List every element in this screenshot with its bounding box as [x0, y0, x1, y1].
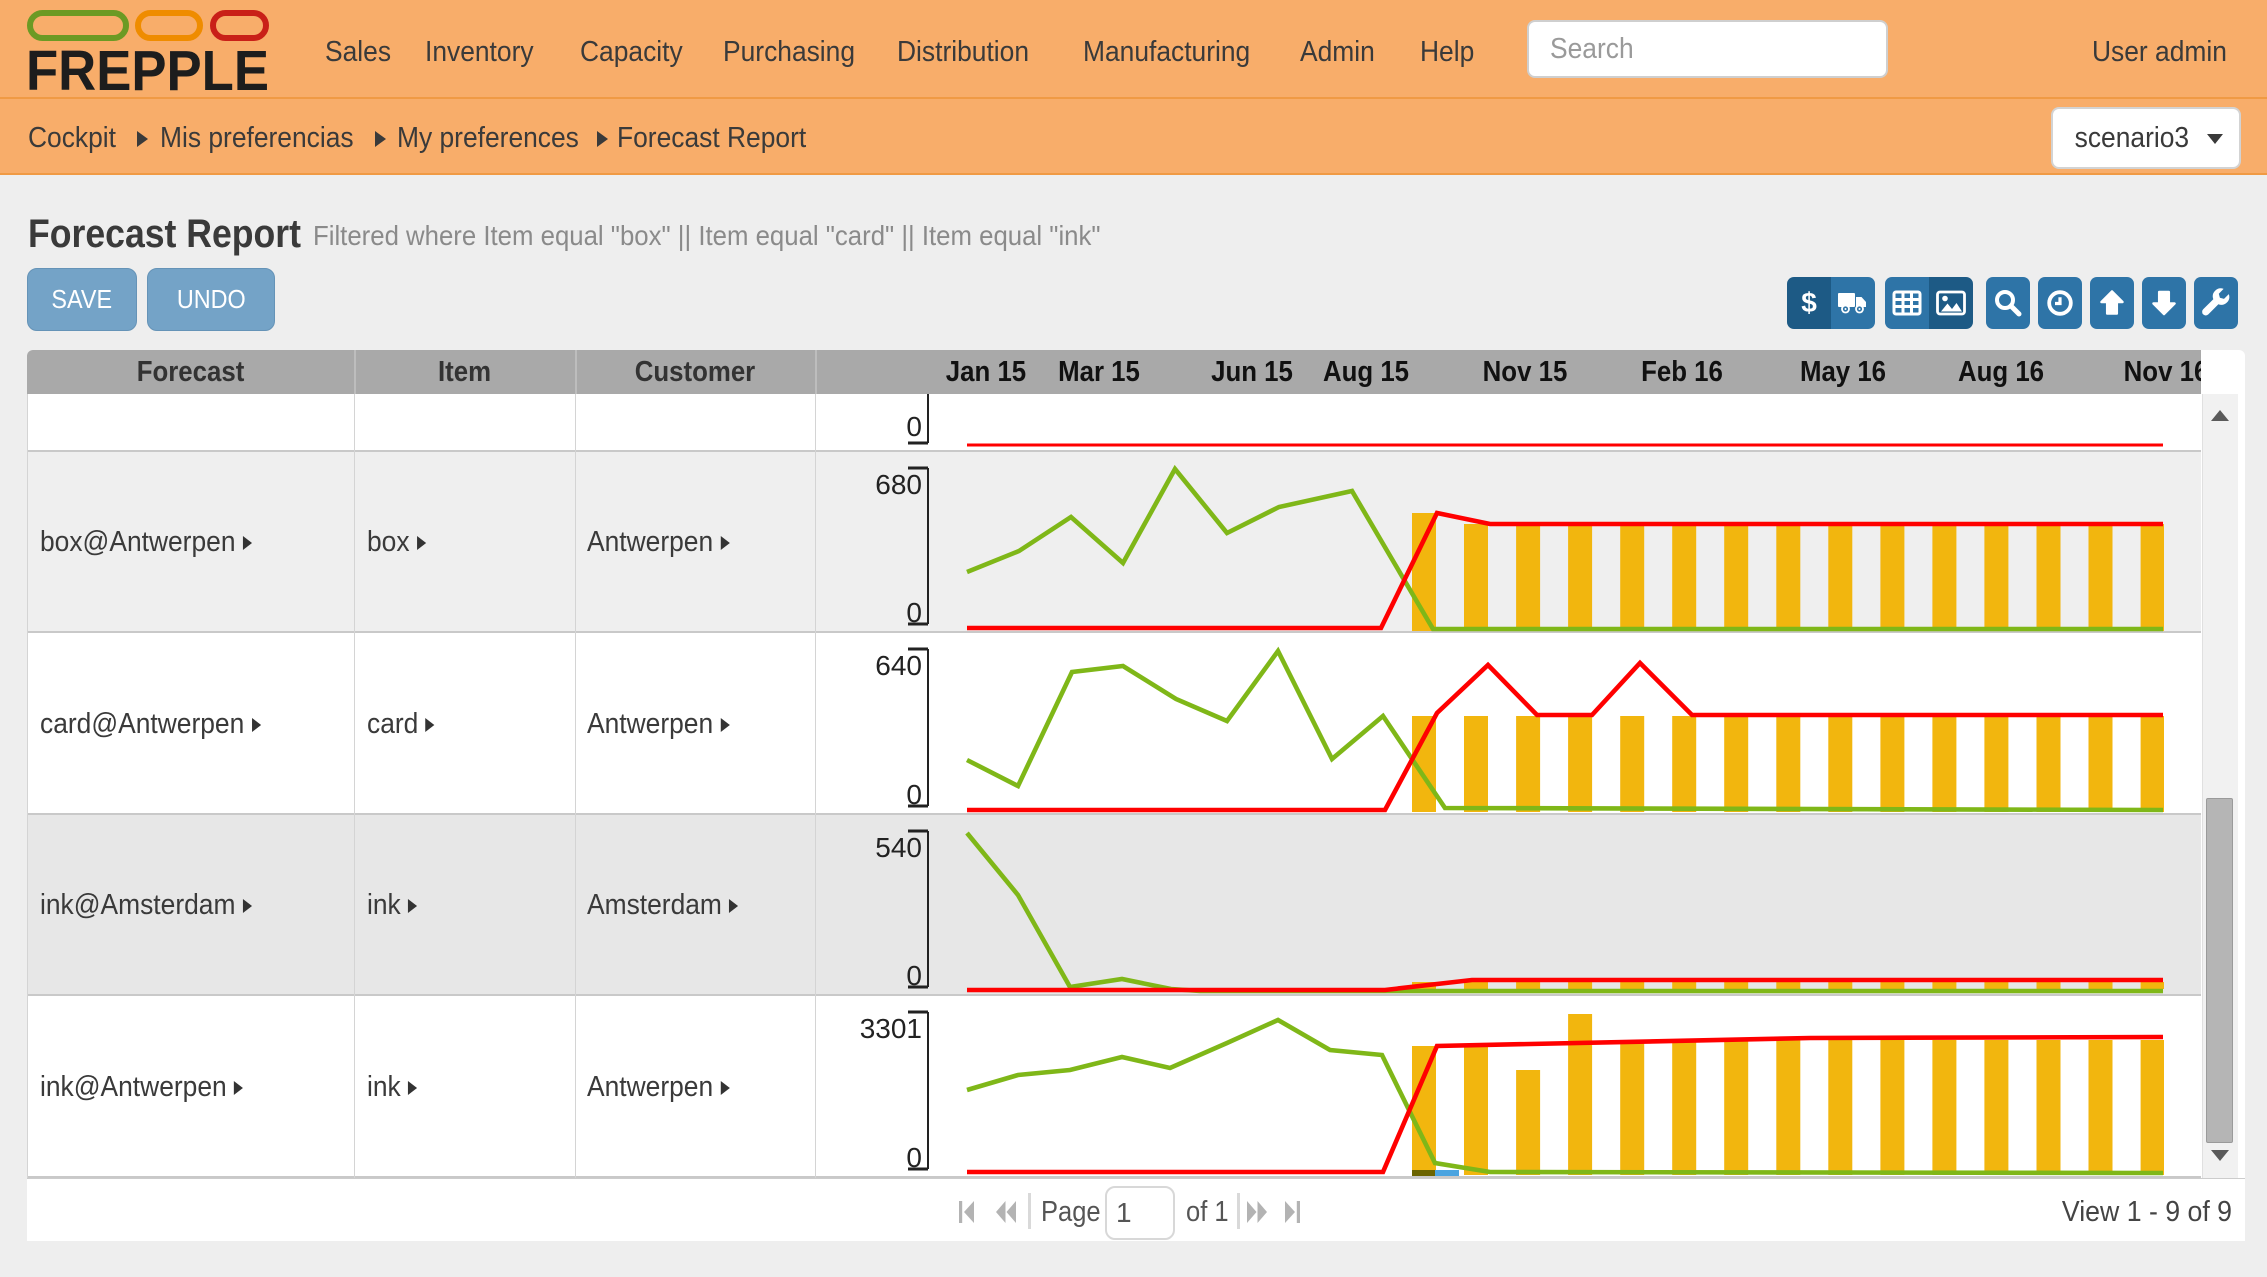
svg-text:640: 640: [875, 650, 922, 681]
svg-text:$: $: [1801, 288, 1817, 318]
svg-text:3301: 3301: [860, 1013, 922, 1044]
svg-text:0: 0: [906, 597, 922, 628]
svg-text:540: 540: [875, 832, 922, 863]
svg-text:0: 0: [906, 779, 922, 810]
svg-text:680: 680: [875, 469, 922, 500]
svg-text:0: 0: [906, 960, 922, 991]
svg-text:FREPPLE: FREPPLE: [27, 39, 269, 97]
svg-text:0: 0: [906, 1142, 922, 1173]
svg-text:0: 0: [906, 411, 922, 442]
